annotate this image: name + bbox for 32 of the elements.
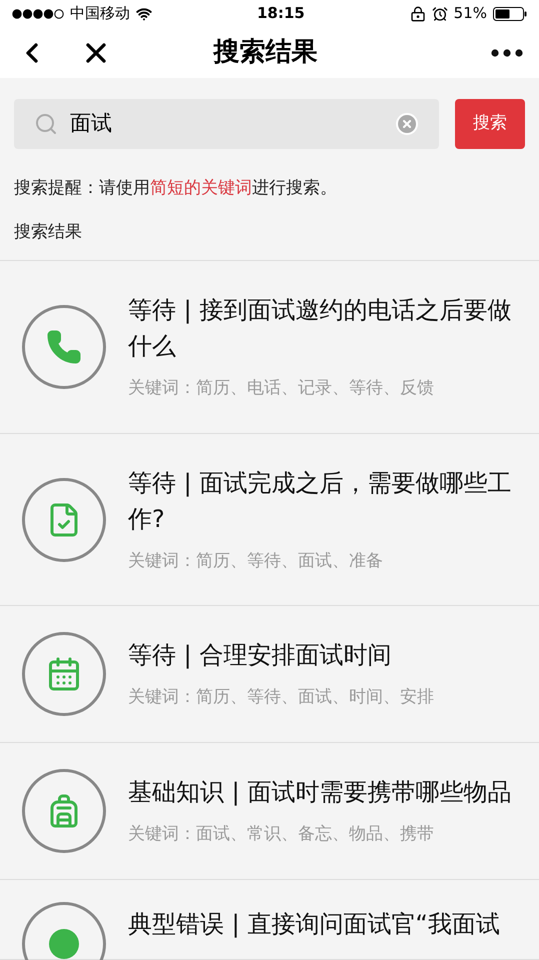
result-title: 基础知识 | 面试时需要携带哪些物品 (128, 777, 512, 808)
battery-icon (493, 6, 527, 21)
result-item[interactable]: 基础知识 | 面试时需要携带哪些物品 关键词：面试、常识、备忘、物品、携带 (0, 743, 539, 880)
calendar-icon (46, 656, 82, 692)
more-icon (491, 48, 523, 57)
result-keywords: 关键词：简历、等待、面试、准备 (128, 550, 384, 573)
result-keywords: 关键词：面试、常识、备忘、物品、携带 (128, 823, 435, 846)
search-text: 面试 (70, 110, 113, 138)
search-tip: 搜索提醒：请使用简短的关键词进行搜索。 (13, 177, 338, 200)
search-button[interactable]: 搜索 (455, 99, 525, 149)
result-item[interactable]: 典型错误 | 直接询问面试官“我面试 (0, 880, 539, 960)
result-title: 典型错误 | 直接询问面试官“我面试 (128, 909, 500, 940)
section-title: 搜索结果 (13, 220, 83, 244)
result-title: 等待 | 接到面试邀约的电话之后要做什么 (128, 295, 512, 362)
carrier-name: 中国移动 (70, 3, 130, 24)
result-item[interactable]: 等待 | 面试完成之后，需要做哪些工作? 关键词：简历、等待、面试、准备 (0, 434, 539, 606)
wifi-icon (136, 6, 152, 22)
signal-icon (12, 8, 64, 19)
battery-percent: 51% (454, 3, 487, 24)
result-title: 等待 | 合理安排面试时间 (128, 640, 392, 672)
page-title: 搜索结果 (212, 36, 318, 70)
telephone-icon (46, 329, 82, 365)
dot-icon (49, 929, 79, 959)
result-keywords: 关键词：简历、等待、面试、时间、安排 (128, 686, 434, 710)
result-keywords: 关键词：简历、电话、记录、等待、反馈 (128, 377, 435, 400)
search-field[interactable]: 面试 (14, 99, 439, 149)
result-item[interactable]: 等待 | 接到面试邀约的电话之后要做什么 关键词：简历、电话、记录、等待、反馈 (0, 261, 539, 434)
result-item[interactable]: 等待 | 合理安排面试时间 关键词：简历、等待、面试、时间、安排 (0, 606, 539, 743)
alarm-icon (432, 6, 448, 22)
search-icon (34, 112, 58, 136)
clock-time: 18:15 (256, 3, 305, 24)
result-title: 等待 | 面试完成之后，需要做哪些工作? (128, 468, 512, 535)
